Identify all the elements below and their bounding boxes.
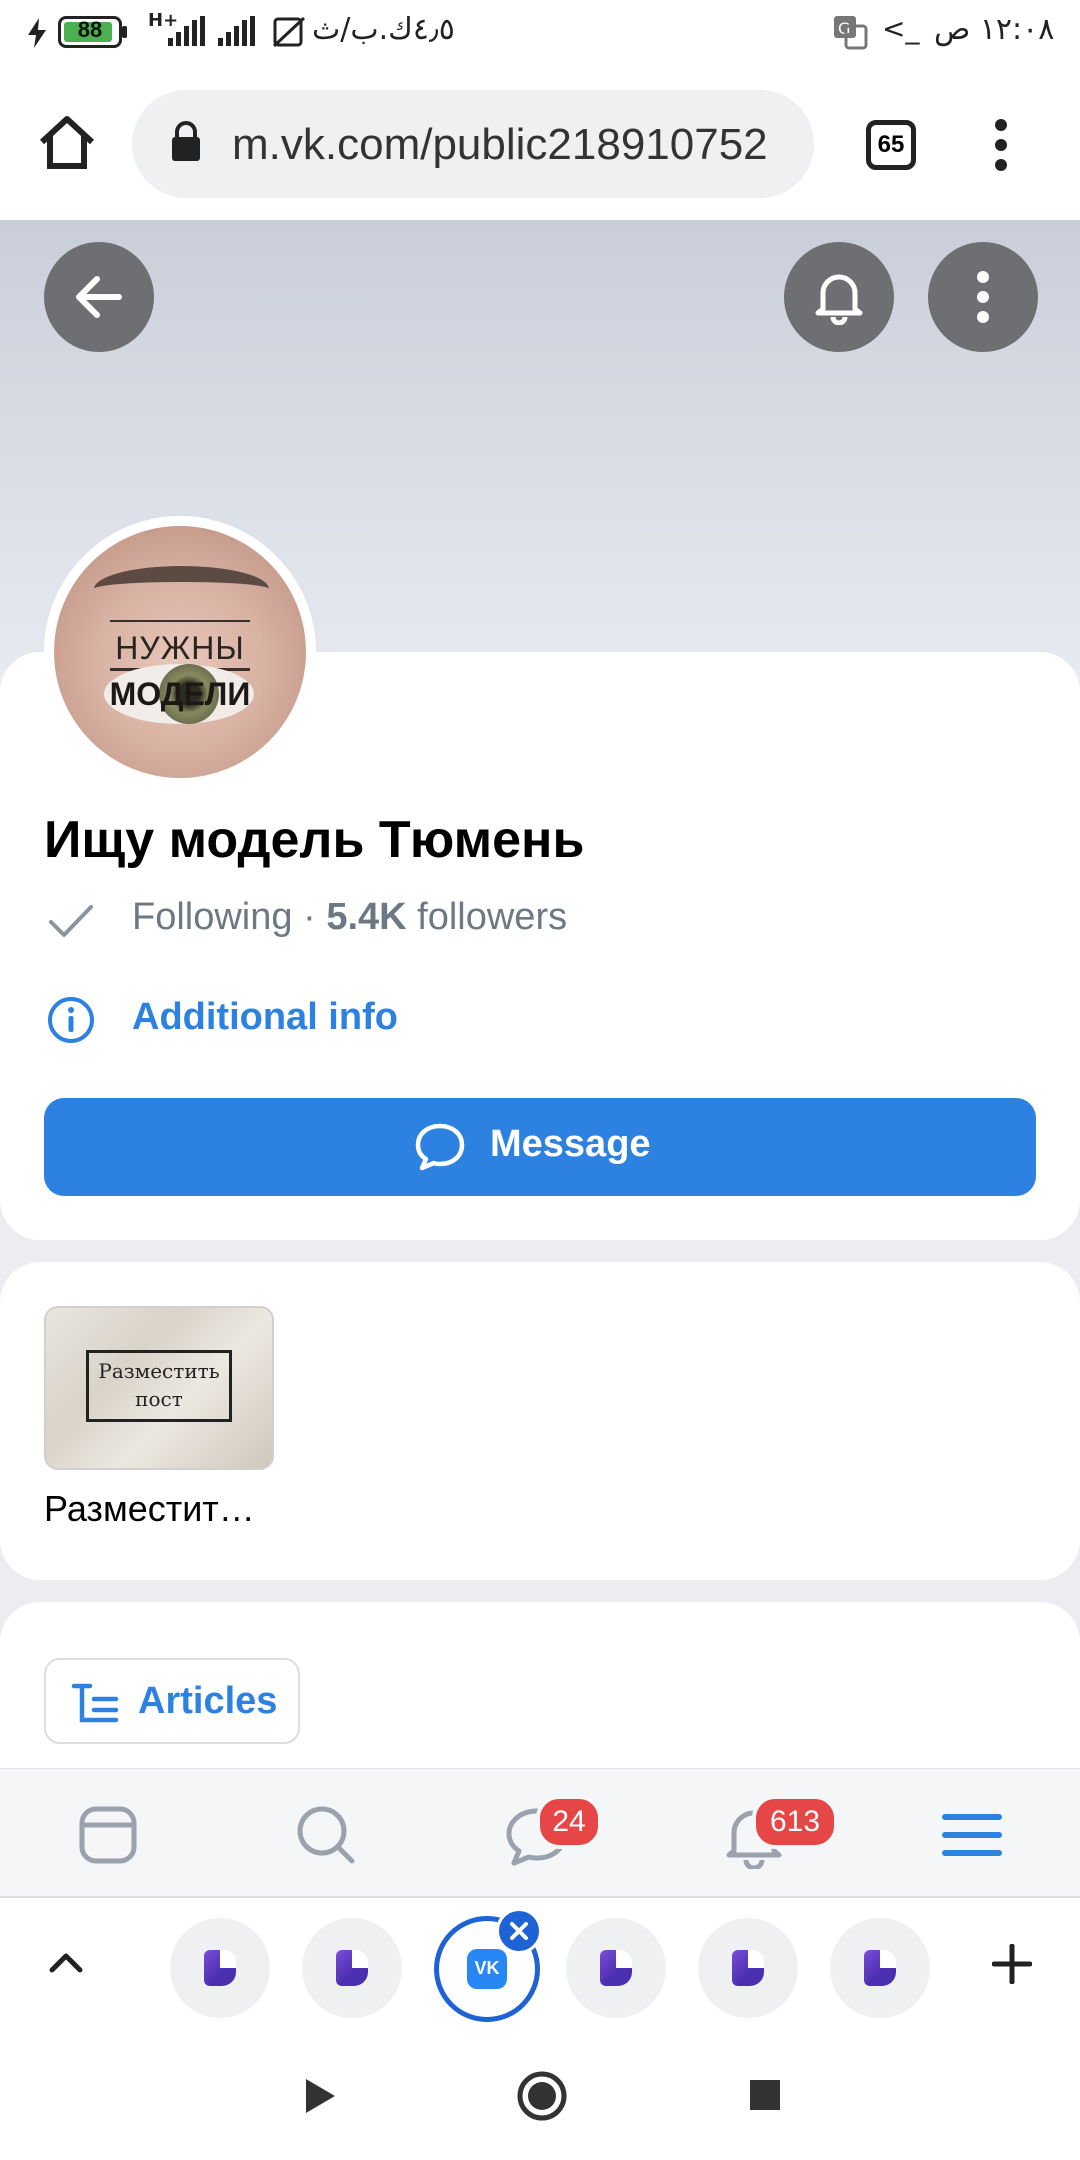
following-label[interactable]: Following <box>132 896 293 938</box>
signal-icon-2 <box>218 16 258 46</box>
chevron-up-icon[interactable] <box>48 1950 84 1974</box>
app-logo-icon <box>204 1950 236 1986</box>
recents-nav-icon[interactable] <box>748 2078 782 2112</box>
battery-level: 88 <box>77 17 103 42</box>
tab-switcher-button[interactable]: 65 <box>866 120 916 170</box>
status-bar: 88 H+ ٤٫٥ك.ب/ث G <_ ١٢:٠٨ ص <box>0 0 1080 70</box>
search-icon[interactable] <box>294 1803 358 1867</box>
articles-label: Articles <box>138 1680 278 1722</box>
message-button-label: Message <box>490 1123 651 1165</box>
browser-menu-icon[interactable] <box>994 118 1008 172</box>
lock-icon[interactable] <box>170 120 202 162</box>
more-options-button[interactable] <box>928 242 1038 352</box>
no-sim-icon <box>272 16 306 48</box>
album-thumbnail[interactable]: Разместить пост <box>44 1306 274 1470</box>
tab-thumbnail[interactable] <box>302 1918 402 2018</box>
data-rate: ٤٫٥ك.ب/ث <box>312 12 455 47</box>
browser-tab-strip: VK <box>0 1896 1080 2034</box>
tab-thumbnail[interactable] <box>566 1918 666 2018</box>
info-icon[interactable] <box>46 995 96 1045</box>
app-logo-icon <box>732 1950 764 1986</box>
close-tab-button[interactable] <box>496 1908 542 1954</box>
vk-logo-icon: VK <box>467 1949 507 1989</box>
browser-toolbar: m.vk.com/public218910752 65 <box>0 70 1080 220</box>
chat-bubble-icon <box>415 1123 465 1171</box>
back-nav-icon[interactable] <box>302 2076 338 2116</box>
bell-icon <box>815 274 863 325</box>
tab-thumbnail[interactable] <box>170 1918 270 2018</box>
back-button[interactable] <box>44 242 154 352</box>
system-navigation-bar <box>0 2030 1080 2160</box>
url-text[interactable]: m.vk.com/public218910752 <box>232 120 768 170</box>
home-icon[interactable] <box>38 114 96 170</box>
avatar-text-line2: МОДЕЛИ <box>109 676 251 712</box>
app-bottom-nav: 24 613 <box>0 1768 1080 1897</box>
followers-label: followers <box>406 896 568 938</box>
battery-icon: 88 <box>58 16 122 48</box>
tab-thumbnail[interactable] <box>698 1918 798 2018</box>
more-vertical-icon <box>977 271 989 323</box>
signal-icon <box>168 16 208 46</box>
menu-icon[interactable] <box>942 1813 1002 1857</box>
app-logo-icon <box>336 1950 368 1986</box>
thumbnail-text: Разместить пост <box>98 1359 220 1411</box>
address-bar[interactable]: m.vk.com/public218910752 <box>132 90 814 198</box>
community-avatar[interactable]: НУЖНЫ МОДЕЛИ <box>44 516 316 788</box>
close-icon <box>510 1922 528 1940</box>
message-button[interactable]: Message <box>44 1098 1036 1196</box>
status-glyph: <_ <box>882 12 920 45</box>
home-nav-icon[interactable] <box>516 2070 568 2122</box>
clock: ١٢:٠٨ ص <box>934 12 1055 47</box>
articles-tab[interactable]: Articles <box>44 1658 300 1744</box>
app-logo-icon <box>864 1950 896 1986</box>
charging-icon <box>28 18 46 48</box>
messages-badge: 24 <box>536 1795 602 1849</box>
translate-icon: G <box>834 16 868 50</box>
notifications-badge: 613 <box>752 1795 838 1849</box>
new-tab-icon[interactable] <box>992 1944 1032 1984</box>
notifications-toggle-button[interactable] <box>784 242 894 352</box>
svg-text:G: G <box>838 19 850 38</box>
tab-thumbnail[interactable] <box>830 1918 930 2018</box>
separator: · <box>292 896 327 938</box>
community-name: Ищу модель Тюмень <box>44 811 585 869</box>
app-logo-icon <box>600 1950 632 1986</box>
followers-count: 5.4K <box>326 896 407 938</box>
album-caption[interactable]: Разместит… <box>44 1488 255 1530</box>
check-icon[interactable] <box>48 904 94 938</box>
arrow-left-icon <box>76 276 122 318</box>
articles-icon <box>71 1683 119 1723</box>
feed-icon[interactable] <box>78 1805 138 1865</box>
avatar-text-line1: НУЖНЫ <box>115 630 245 666</box>
additional-info-link[interactable]: Additional info <box>132 996 398 1039</box>
following-status[interactable]: Following · 5.4K followers <box>132 896 567 939</box>
